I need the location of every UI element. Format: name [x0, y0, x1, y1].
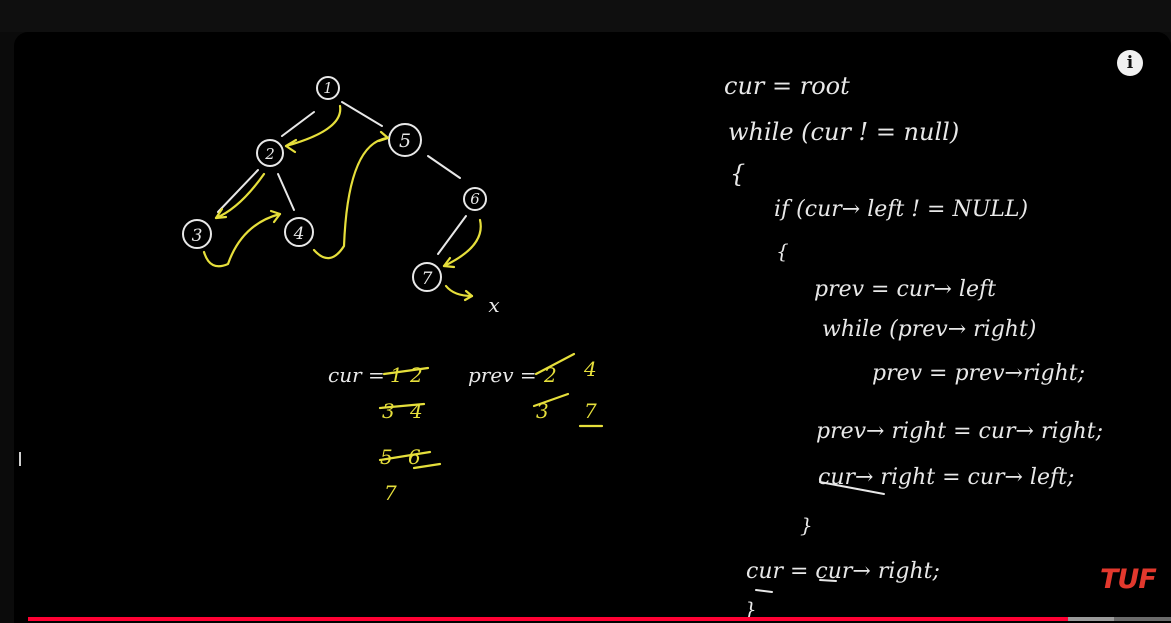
- top-bar: [0, 0, 1171, 32]
- trace-prev-7: 7: [584, 399, 597, 423]
- trace-cur-3: 3: [382, 399, 395, 423]
- code-line-7: while (prev→ right): [822, 317, 1036, 342]
- whiteboard-drawing: 1 2 5 3 4 6 7 x cur = 1 2 3 4 5 6 7 prev…: [182, 72, 1103, 621]
- trace-cur-label: cur =: [328, 363, 385, 387]
- code-line-5: {: [776, 239, 789, 263]
- edge-1-5: [341, 101, 383, 127]
- node-7-label: 7: [422, 269, 433, 289]
- trace-cur-2: 2: [409, 363, 423, 387]
- null-marker: x: [488, 293, 499, 317]
- edge-6-7: [437, 215, 467, 255]
- whiteboard-video[interactable]: 1 2 5 3 4 6 7 x cur = 1 2 3 4 5 6 7 prev…: [14, 32, 1171, 623]
- trace-prev-label: prev =: [468, 363, 537, 387]
- edge-1-2: [281, 111, 315, 137]
- tuf-logo: TUF: [1100, 564, 1157, 595]
- code-line-8: prev = prev→right;: [872, 361, 1085, 386]
- thread-4-to-5: [312, 136, 390, 260]
- edge-5-6: [427, 155, 461, 179]
- trace-cur-5: 5: [380, 445, 393, 469]
- trace-cur-6: 6: [408, 445, 421, 469]
- video-progress-bar[interactable]: [28, 617, 1171, 621]
- trace-prev-4: 4: [583, 357, 597, 381]
- code-line-9: prev→ right = cur→ right;: [816, 419, 1103, 444]
- progress-played: [28, 617, 1069, 621]
- code-line-2: while (cur ! = null): [728, 118, 959, 146]
- code-line-1: cur = root: [724, 72, 850, 100]
- info-icon[interactable]: i: [1117, 50, 1143, 76]
- node-6-label: 6: [470, 190, 480, 208]
- node-5-label: 5: [399, 130, 411, 152]
- code-line-10: cur→ right = cur→ left;: [818, 465, 1074, 490]
- text-cursor-mark: [19, 452, 21, 466]
- node-1-label: 1: [323, 79, 333, 97]
- node-2-label: 2: [264, 145, 275, 163]
- node-3-label: 3: [192, 226, 203, 246]
- code-line-6: prev = cur→ left: [814, 277, 996, 302]
- progress-buffered: [1068, 617, 1114, 621]
- trace-cur-7: 7: [384, 481, 397, 505]
- code-line-4: if (cur→ left ! = NULL): [774, 197, 1028, 222]
- trace-prev-2: 2: [543, 363, 557, 387]
- node-4-label: 4: [293, 224, 305, 244]
- arrow-7-to-null: [444, 284, 474, 298]
- code-line-3: {: [730, 160, 745, 188]
- trace-prev-3: 3: [536, 399, 549, 423]
- trace-cur-1: 1: [390, 363, 403, 387]
- thread-2-to-3: [214, 172, 266, 220]
- edge-2-4: [277, 173, 295, 211]
- code-line-11: }: [800, 513, 813, 537]
- trace-cur-4: 4: [409, 399, 423, 423]
- code-line-12: cur = cur→ right;: [746, 559, 940, 584]
- thread-3-to-4: [202, 212, 282, 268]
